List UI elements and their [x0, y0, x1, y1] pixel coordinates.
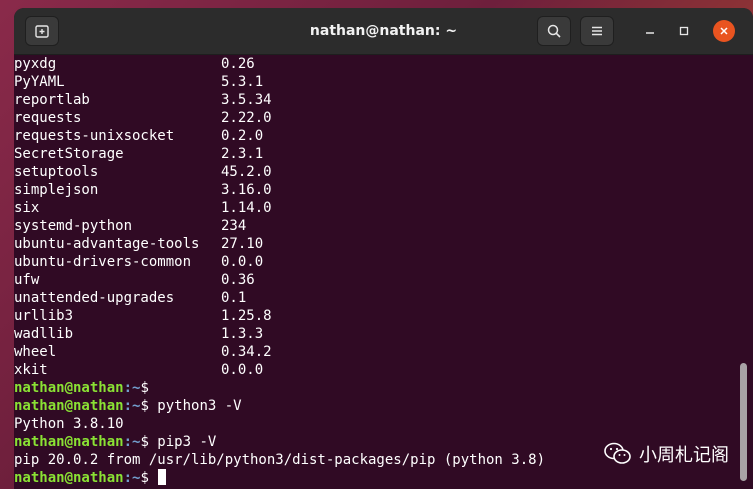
package-name: PyYAML — [14, 74, 65, 90]
package-name: six — [14, 200, 40, 216]
package-version: 2.22.0 — [221, 110, 272, 126]
package-name: setuptools — [14, 164, 99, 180]
watermark: 小周札记阁 — [603, 439, 729, 469]
package-version: 0.26 — [221, 56, 255, 72]
prompt-path: :~ — [123, 434, 141, 450]
new-tab-button[interactable] — [25, 16, 59, 46]
terminal-output[interactable]: pyxdg 0.26 PyYAML 5.3.1 reportlab 3.5.34 reque… — [14, 55, 753, 489]
package-version: 234 — [221, 218, 247, 234]
title-bar[interactable]: nathan@nathan: ~ — [14, 8, 753, 55]
package-line: setuptools 45.2.0 — [14, 163, 753, 181]
prompt-user: nathan@nathan — [14, 398, 124, 414]
package-line: SecretStorage 2.3.1 — [14, 145, 753, 163]
package-version: 1.25.8 — [221, 308, 272, 324]
package-line: PyYAML 5.3.1 — [14, 73, 753, 91]
package-list: pyxdg 0.26 PyYAML 5.3.1 reportlab 3.5.34 reque… — [14, 55, 753, 379]
prompt-symbol: $ — [140, 434, 149, 450]
package-name: simplejson — [14, 182, 99, 198]
command-text: pip3 -V — [148, 434, 217, 450]
prompt-line: nathan@nathan:~$ — [14, 379, 753, 397]
package-line: requests 2.22.0 — [14, 109, 753, 127]
package-line: wadllib 1.3.3 — [14, 325, 753, 343]
package-name: requests — [14, 110, 82, 126]
package-name: xkit — [14, 362, 48, 378]
prompt-user: nathan@nathan — [14, 470, 124, 486]
prompt-line: nathan@nathan:~$ — [14, 469, 753, 487]
prompt-path: :~ — [123, 380, 141, 396]
package-version: 45.2.0 — [221, 164, 272, 180]
search-button[interactable] — [537, 16, 571, 46]
prompt-symbol: $ — [140, 470, 149, 486]
package-line: unattended-upgrades 0.1 — [14, 289, 753, 307]
package-version: 0.0.0 — [221, 254, 264, 270]
package-name: requests-unixsocket — [14, 128, 175, 144]
package-line: simplejson 3.16.0 — [14, 181, 753, 199]
close-icon — [720, 27, 728, 35]
close-button[interactable] — [713, 20, 735, 42]
package-name: systemd-python — [14, 218, 133, 234]
package-line: ubuntu-drivers-common 0.0.0 — [14, 253, 753, 271]
prompt-user: nathan@nathan — [14, 380, 124, 396]
package-line: reportlab 3.5.34 — [14, 91, 753, 109]
package-name: pyxdg — [14, 56, 57, 72]
package-version: 0.34.2 — [221, 344, 272, 360]
package-version: 0.2.0 — [221, 128, 264, 144]
prompt-path: :~ — [123, 470, 141, 486]
package-name: unattended-upgrades — [14, 290, 175, 306]
package-name: ufw — [14, 272, 40, 288]
package-line: urllib3 1.25.8 — [14, 307, 753, 325]
package-name: wheel — [14, 344, 57, 360]
package-version: 1.3.3 — [221, 326, 264, 342]
package-version: 27.10 — [221, 236, 264, 252]
package-line: pyxdg 0.26 — [14, 55, 753, 73]
command-text — [149, 470, 157, 486]
menu-button[interactable] — [580, 16, 614, 46]
package-version: 0.1 — [221, 290, 247, 306]
package-version: 0.0.0 — [221, 362, 264, 378]
package-name: reportlab — [14, 92, 90, 108]
hamburger-menu-icon — [592, 26, 602, 36]
package-line: systemd-python 234 — [14, 217, 753, 235]
package-version: 1.14.0 — [221, 200, 272, 216]
package-version: 5.3.1 — [221, 74, 264, 90]
package-line: six 1.14.0 — [14, 199, 753, 217]
package-line: requests-unixsocket 0.2.0 — [14, 127, 753, 145]
command-text: python3 -V — [148, 398, 242, 414]
prompt-user: nathan@nathan — [14, 434, 124, 450]
wechat-icon — [604, 442, 631, 464]
scrollbar[interactable] — [740, 363, 747, 481]
command-output: Python 3.8.10 — [14, 416, 124, 432]
minimize-button[interactable] — [639, 20, 661, 42]
package-line: ubuntu-advantage-tools 27.10 — [14, 235, 753, 253]
prompt-path: :~ — [123, 398, 141, 414]
package-name: ubuntu-drivers-common — [14, 254, 192, 270]
package-name: wadllib — [14, 326, 74, 342]
new-tab-icon — [35, 25, 49, 38]
package-line: wheel 0.34.2 — [14, 343, 753, 361]
package-name: SecretStorage — [14, 146, 124, 162]
watermark-text: 小周札记阁 — [639, 445, 729, 466]
terminal-window: nathan@nathan: ~ pyxdg 0.26 PyYAML 5.3.1… — [14, 8, 753, 489]
maximize-icon — [679, 26, 689, 36]
prompt-line: nathan@nathan:~$ python3 -V — [14, 397, 753, 415]
minimize-icon — [646, 32, 654, 34]
package-name: urllib3 — [14, 308, 74, 324]
package-version: 3.5.34 — [221, 92, 272, 108]
package-version: 3.16.0 — [221, 182, 272, 198]
search-icon — [547, 24, 561, 38]
package-version: 0.36 — [221, 272, 255, 288]
text-cursor — [158, 469, 167, 485]
maximize-button[interactable] — [673, 20, 695, 42]
session-lines: nathan@nathan:~$ nathan@nathan:~$ python3… — [14, 379, 753, 487]
prompt-symbol: $ — [140, 398, 149, 414]
prompt-symbol: $ — [140, 380, 149, 396]
package-name: ubuntu-advantage-tools — [14, 236, 200, 252]
package-version: 2.3.1 — [221, 146, 264, 162]
package-line: xkit 0.0.0 — [14, 361, 753, 379]
package-line: ufw 0.36 — [14, 271, 753, 289]
